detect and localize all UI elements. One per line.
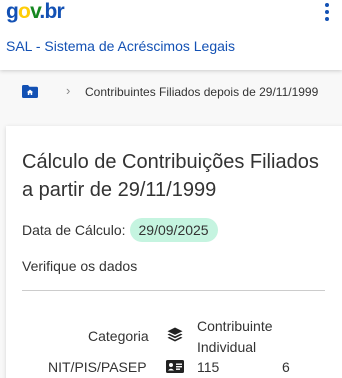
verify-heading: Verifique os dados — [22, 258, 138, 274]
breadcrumb-current: Contribuintes Filiados depois de 29/11/1… — [85, 85, 319, 99]
logo-letter-v: v — [30, 0, 40, 23]
nit-value-part2: 6 — [282, 359, 290, 375]
layers-icon — [167, 327, 183, 342]
calculation-card: Cálculo de Contribuições Filiados a part… — [6, 126, 342, 378]
categoria-label: Categoria — [88, 328, 149, 344]
logo-letter-r: r — [56, 0, 64, 23]
categoria-value-line1: Contribuinte — [197, 318, 273, 334]
folder-home-icon[interactable] — [22, 85, 38, 98]
page-title: Cálculo de Contribuições Filiados a part… — [22, 151, 319, 201]
logo-letter-o: o — [18, 0, 31, 23]
breadcrumb: › Contribuintes Filiados depois de 29/11… — [0, 70, 342, 114]
id-card-icon — [166, 360, 184, 373]
chevron-right-icon: › — [66, 83, 71, 98]
categoria-value-line2: Individual — [197, 339, 257, 355]
calc-date-row: Data de Cálculo: 29/09/2025 — [22, 218, 218, 242]
nit-value-part1: 115 — [197, 359, 220, 375]
nit-label: NIT/PIS/PASEP — [48, 359, 147, 375]
logo-letter-g: g — [6, 0, 19, 23]
kebab-menu-icon[interactable] — [320, 2, 334, 22]
system-title[interactable]: SAL - Sistema de Acréscimos Legais — [6, 38, 235, 54]
govbr-logo[interactable]: gov.br — [6, 0, 65, 24]
logo-letter-b: b — [44, 0, 57, 23]
top-bar: gov.br SAL - Sistema de Acréscimos Legai… — [0, 0, 342, 70]
calc-date-label: Data de Cálculo: — [22, 222, 126, 238]
divider — [22, 290, 325, 291]
calc-date-badge: 29/09/2025 — [129, 218, 218, 242]
